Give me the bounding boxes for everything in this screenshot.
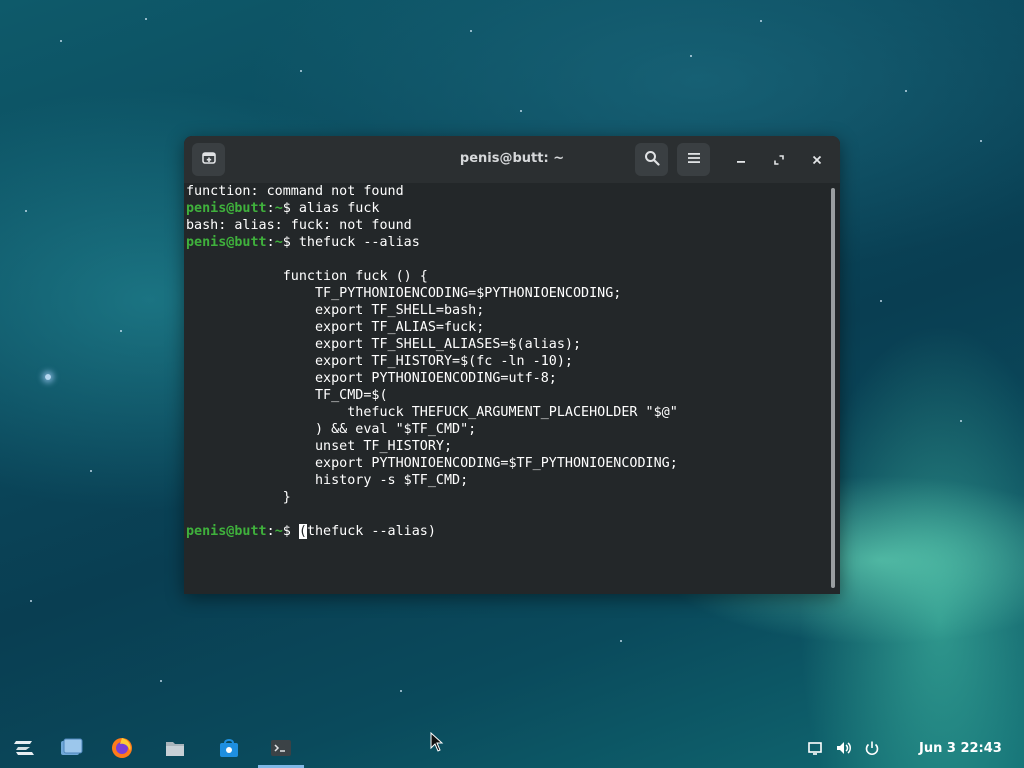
minimize-icon (735, 151, 747, 170)
mouse-pointer-icon (430, 731, 444, 756)
prompt-separator: : (266, 524, 275, 539)
close-button[interactable] (805, 148, 829, 172)
menu-button[interactable] (677, 143, 710, 176)
terminal-output-line: export PYTHONIOENCODING=utf-8; (186, 371, 557, 386)
new-tab-button[interactable] (192, 143, 225, 176)
zorin-menu-icon (13, 739, 35, 761)
command-text: alias fuck (298, 201, 380, 216)
search-icon (644, 150, 660, 170)
files-button[interactable] (163, 738, 187, 762)
terminal-output-line: export TF_SHELL=bash; (186, 303, 485, 318)
prompt-separator: : (266, 235, 275, 250)
workspaces-icon (60, 738, 84, 762)
firefox-icon (111, 737, 133, 763)
maximize-icon (773, 151, 785, 170)
screen-icon (807, 740, 823, 760)
terminal-output-line: export TF_SHELL_ALIASES=$(alias); (186, 337, 582, 352)
text-cursor: ( (298, 524, 307, 539)
terminal-output-line: bash: alias: fuck: not found (186, 218, 412, 233)
scrollbar[interactable] (831, 188, 835, 588)
terminal-output-line: TF_PYTHONIOENCODING=$PYTHONIOENCODING; (186, 286, 622, 301)
terminal-app-icon (270, 738, 292, 762)
close-icon (811, 151, 823, 170)
terminal-app-button[interactable] (269, 738, 293, 762)
software-store-icon (218, 737, 240, 763)
hamburger-menu-icon (687, 150, 701, 169)
firefox-button[interactable] (110, 738, 134, 762)
maximize-button[interactable] (767, 148, 791, 172)
prompt-path: ~ (274, 235, 283, 250)
terminal-output-line: function: command not found (186, 184, 404, 199)
prompt-user: penis@butt (186, 201, 267, 216)
software-store-button[interactable] (217, 738, 241, 762)
power-icon (864, 740, 880, 760)
terminal-prompt-line: penis@butt:~$ alias fuck (186, 200, 826, 217)
terminal-output[interactable]: function: command not found penis@butt:~$… (186, 183, 826, 594)
terminal-output-line: ) && eval "$TF_CMD"; (186, 422, 477, 437)
terminal-output-line: function fuck () { (186, 269, 428, 284)
clock[interactable]: Jun 3 22:43 (919, 741, 1002, 756)
workspaces-button[interactable] (60, 738, 84, 762)
files-icon (164, 738, 186, 762)
taskbar: Jun 3 22:43 (0, 732, 1024, 768)
terminal-output-line: export TF_HISTORY=$(fc -ln -10); (186, 354, 573, 369)
terminal-output-line: TF_CMD=$( (186, 388, 388, 403)
prompt-user: penis@butt (186, 235, 267, 250)
terminal-output-line: thefuck THEFUCK_ARGUMENT_PLACEHOLDER "$@… (186, 405, 678, 420)
volume-icon (835, 740, 853, 760)
power-button[interactable] (863, 741, 881, 759)
screen-button[interactable] (806, 741, 824, 759)
new-tab-icon (201, 150, 217, 170)
prompt-symbol: $ (282, 201, 299, 216)
prompt-separator: : (266, 201, 275, 216)
command-text: thefuck --alias (298, 235, 420, 250)
prompt-path: ~ (274, 201, 283, 216)
terminal-output-line: export TF_ALIAS=fuck; (186, 320, 485, 335)
prompt-path: ~ (274, 524, 283, 539)
terminal-titlebar[interactable]: penis@butt: ~ (184, 136, 840, 183)
window-title: penis@butt: ~ (459, 151, 565, 166)
terminal-window[interactable]: penis@butt: ~ function: command not foun… (184, 136, 840, 594)
prompt-symbol: $ (282, 235, 299, 250)
volume-button[interactable] (835, 741, 853, 759)
terminal-output-line: export PYTHONIOENCODING=$TF_PYTHONIOENCO… (186, 456, 678, 471)
command-input[interactable]: thefuck --alias) (307, 524, 436, 539)
terminal-output-line: unset TF_HISTORY; (186, 439, 453, 454)
terminal-current-line: penis@butt:~$ (thefuck --alias) (186, 523, 826, 540)
terminal-output-line: history -s $TF_CMD; (186, 473, 469, 488)
minimize-button[interactable] (729, 148, 753, 172)
prompt-user: penis@butt (186, 524, 267, 539)
terminal-prompt-line: penis@butt:~$ thefuck --alias (186, 234, 826, 251)
prompt-symbol: $ (282, 524, 299, 539)
search-button[interactable] (635, 143, 668, 176)
zorin-menu-button[interactable] (12, 738, 36, 762)
terminal-output-line: } (186, 490, 291, 505)
